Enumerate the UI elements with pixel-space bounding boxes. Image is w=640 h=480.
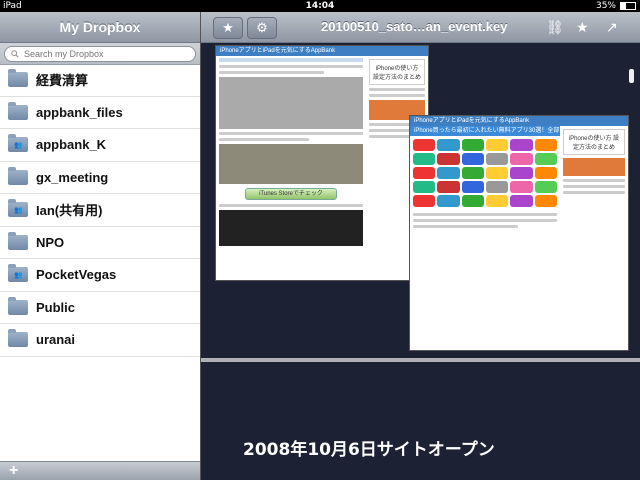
app-icon [413, 181, 436, 193]
folder-icon [8, 69, 28, 88]
battery-percent: 35% [595, 1, 616, 11]
scroll-indicator [629, 69, 634, 83]
slide-divider [201, 358, 640, 362]
app-icon [437, 181, 460, 193]
slide-viewer[interactable]: iPhoneアプリとiPadを元気にするAppBank iTunes Store… [201, 43, 640, 480]
search-input[interactable] [22, 48, 186, 60]
status-bar: iPad 14:04 35% [0, 0, 640, 12]
app-icon [437, 153, 460, 165]
folder-item[interactable]: gx_meeting [0, 162, 200, 194]
app-icon [486, 167, 509, 179]
video-thumbnail [219, 210, 363, 246]
app-icon [486, 181, 509, 193]
app-icon [534, 181, 557, 193]
folder-label: Public [36, 299, 76, 315]
app-icon [510, 167, 533, 179]
app-icon [534, 153, 557, 165]
cat-image [219, 77, 363, 129]
favorite-star-icon[interactable]: ★ [576, 12, 589, 42]
folder-list: 経費清算 appbank_files 👥 appbank_K gx_meeting 👥 Ia… [0, 64, 200, 357]
folder-label: 経費清算 [36, 73, 89, 89]
website-screenshot-2: iPhoneアプリとiPadを元気にするAppBank iPhone買ったら最初… [409, 115, 629, 351]
share-icon[interactable]: ↗ [606, 12, 618, 42]
app-icon [413, 139, 436, 151]
shared-folder-icon: 👥 [8, 199, 28, 218]
link-icon[interactable]: ⛓ [546, 12, 564, 42]
app-icon [510, 153, 533, 165]
sidebar-title: My Dropbox [0, 12, 200, 43]
folder-label: uranai [36, 332, 76, 348]
folder-item[interactable]: uranai [0, 324, 200, 357]
app-icon [461, 181, 484, 193]
app-icon [437, 139, 460, 151]
folder-label: Ian(共有用) [36, 203, 103, 219]
app-icon [510, 181, 533, 193]
app-icon [534, 139, 557, 151]
website-screenshot-1: iPhoneアプリとiPadを元気にするAppBank iTunes Store… [215, 45, 429, 281]
app-icon [461, 167, 484, 179]
folder-label: appbank_files [36, 104, 123, 120]
search-bar [0, 43, 200, 65]
folder-icon [8, 231, 28, 250]
search-icon [11, 50, 19, 58]
settings-button[interactable]: ⚙ [247, 17, 277, 39]
app-icon [486, 153, 509, 165]
folder-icon [8, 166, 28, 185]
itunes-store-button: iTunes Storeでチェック [245, 188, 337, 200]
shot2-subtitle: iPhone買ったら最初に入れたい無料アプリ30選！全部DLだ！ [410, 126, 560, 144]
app-icon [486, 195, 509, 207]
app-icon [510, 195, 533, 207]
app-icon [437, 195, 460, 207]
sale-banner-2 [563, 158, 625, 176]
folder-item[interactable]: 👥 PocketVegas [0, 259, 200, 292]
shared-folder-icon: 👥 [8, 134, 28, 153]
app-icon [486, 139, 509, 151]
shot1-banner: iPhoneアプリとiPadを元気にするAppBank [216, 46, 428, 56]
folder-item[interactable]: Public [0, 292, 200, 324]
app-icon [461, 139, 484, 151]
slide-caption: 2008年10月6日サイトオープン [243, 440, 495, 460]
app-icon [413, 167, 436, 179]
cat-image-2 [219, 144, 363, 184]
app-icons-grid [410, 136, 560, 210]
shared-folder-icon: 👥 [8, 264, 28, 283]
folder-label: PocketVegas [36, 267, 117, 283]
gear-icon: ⚙ [256, 20, 268, 35]
shot2-banner: iPhoneアプリとiPadを元気にするAppBank [410, 116, 628, 126]
app-icon [461, 153, 484, 165]
app-icon [534, 195, 557, 207]
document-title: 20100510_sato…an_event.key [321, 19, 508, 34]
folder-item[interactable]: NPO [0, 227, 200, 259]
folder-icon [8, 101, 28, 120]
app-icon [413, 153, 436, 165]
folder-icon [8, 296, 28, 315]
app-icon [437, 167, 460, 179]
battery-area: 35% [596, 0, 636, 12]
app-icon [413, 195, 436, 207]
folder-item[interactable]: 👥 Ian(共有用) [0, 194, 200, 227]
app-icon [461, 195, 484, 207]
star-icon: ★ [222, 20, 234, 35]
app-icon [510, 139, 533, 151]
folder-icon [8, 329, 28, 348]
clock: 14:04 [305, 1, 335, 11]
favorites-button[interactable]: ★ [213, 17, 243, 39]
search-field[interactable] [4, 46, 196, 62]
folder-item[interactable]: 経費清算 [0, 64, 200, 97]
shot2-sidebox: iPhoneの使い方 設定方法のまとめ [563, 129, 625, 155]
folder-label: appbank_K [36, 137, 107, 153]
app-icon [534, 167, 557, 179]
sidebar-toolbar: + [0, 461, 200, 480]
battery-icon [620, 2, 636, 10]
folder-label: gx_meeting [36, 169, 109, 185]
shot1-sidebox: iPhoneの使い方 設定方法のまとめ [369, 59, 425, 85]
add-icon[interactable]: + [9, 462, 18, 480]
folder-item[interactable]: appbank_files [0, 97, 200, 129]
sidebar: My Dropbox 経費清算 appbank_files 👥 appbank_Kgx… [0, 12, 201, 480]
folder-item[interactable]: 👥 appbank_K [0, 129, 200, 162]
document-toolbar: ★ ⚙ 20100510_sato…an_event.key ⛓ ★ ↗ [201, 12, 640, 43]
folder-label: NPO [36, 234, 65, 250]
